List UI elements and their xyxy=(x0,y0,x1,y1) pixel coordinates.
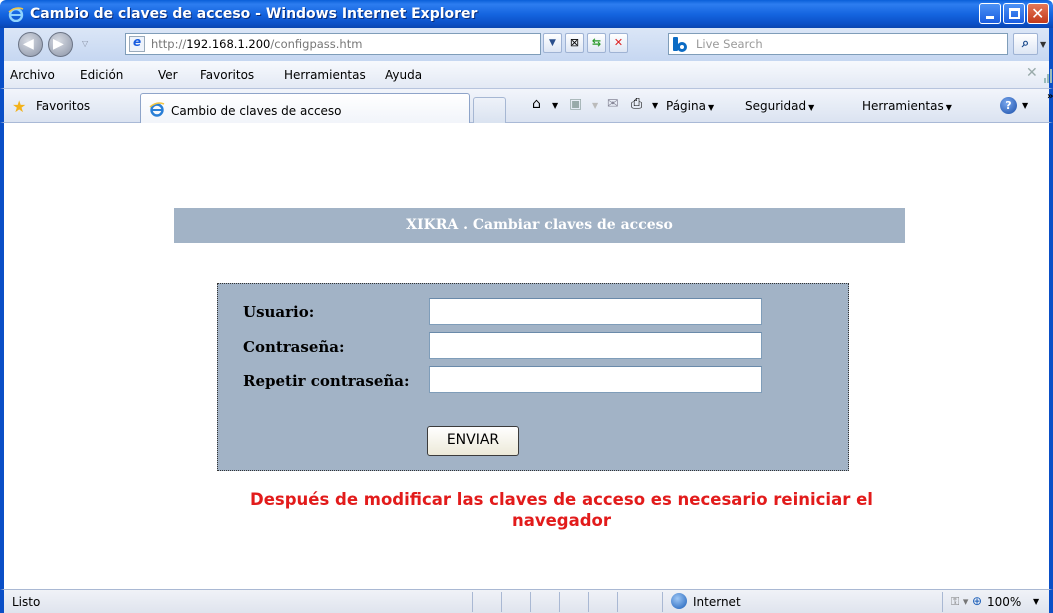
ie-logo-icon xyxy=(8,6,24,22)
url-host: 192.168.1.200 xyxy=(186,37,271,51)
zoom-dropdown-icon[interactable]: ▼ xyxy=(1033,597,1039,606)
url-prefix: http:// xyxy=(151,37,187,51)
back-button[interactable]: ◀ xyxy=(18,32,43,57)
refresh-button[interactable]: ⇆ xyxy=(587,33,606,53)
page-content: XIKRA . Cambiar claves de acceso Usuario… xyxy=(0,123,1053,589)
compatibility-view-button[interactable]: ⊠ xyxy=(565,33,584,53)
restart-notice: Después de modificar las claves de acces… xyxy=(250,490,873,530)
page-menu[interactable]: Página ▼ xyxy=(666,99,714,113)
activity-icon xyxy=(1044,67,1052,83)
maximize-button[interactable] xyxy=(1003,3,1025,24)
forward-button[interactable]: ▶ xyxy=(48,32,73,57)
submit-button[interactable]: ENVIAR xyxy=(427,426,519,456)
help-dropdown-icon[interactable]: ▼ xyxy=(1022,101,1028,110)
menu-favoritos[interactable]: Favoritos xyxy=(200,68,254,82)
menu-edicion[interactable]: Edición xyxy=(80,68,123,82)
user-input[interactable] xyxy=(429,298,762,325)
help-icon[interactable]: ? xyxy=(1000,97,1017,114)
print-dropdown-icon[interactable]: ▼ xyxy=(652,101,658,110)
title-bar: Cambio de claves de acceso - Windows Int… xyxy=(0,0,1053,28)
page-title: XIKRA . Cambiar claves de acceso xyxy=(174,208,905,243)
print-icon[interactable]: ⎙ xyxy=(631,96,642,112)
repeat-password-input[interactable] xyxy=(429,366,762,393)
forward-arrow-icon: ▶ xyxy=(53,36,64,52)
security-menu[interactable]: Seguridad ▼ xyxy=(745,99,814,113)
search-button[interactable]: ⌕ xyxy=(1013,33,1038,55)
chevron-down-icon: ▼ xyxy=(808,103,815,112)
home-dropdown-icon[interactable]: ▼ xyxy=(552,101,558,110)
status-text: Listo xyxy=(12,595,41,609)
favorites-button[interactable]: Favoritos xyxy=(36,99,90,113)
home-icon[interactable]: ⌂ xyxy=(532,96,541,112)
zoom-level[interactable]: 100% xyxy=(987,595,1021,609)
menu-herramientas[interactable]: Herramientas xyxy=(284,68,366,82)
url-path: /configpass.htm xyxy=(270,37,363,51)
search-box[interactable]: Live Search xyxy=(668,33,1008,55)
menu-ver[interactable]: Ver xyxy=(158,68,178,82)
menu-bar: Archivo Edición Ver Favoritos Herramient… xyxy=(0,61,1053,89)
security-menu-label: Seguridad xyxy=(745,99,807,113)
favorites-star-icon: ★ xyxy=(12,97,27,116)
security-zone: Internet xyxy=(693,595,741,609)
zoom-icon[interactable]: ⊕ xyxy=(972,594,982,608)
favorites-bar: ★ Favoritos Cambio de claves de acceso ⌂… xyxy=(0,89,1053,124)
feeds-icon[interactable]: ▣ xyxy=(569,96,582,112)
tools-menu[interactable]: Herramientas ▼ xyxy=(862,99,952,113)
repeat-password-label: Repetir contraseña: xyxy=(243,372,410,390)
password-label: Contraseña: xyxy=(243,338,345,356)
address-dropdown-button[interactable]: ▼ xyxy=(543,33,562,53)
protected-mode-icon[interactable]: ⚿ ▾ xyxy=(951,595,968,609)
new-tab-button[interactable] xyxy=(473,97,506,124)
password-form: Usuario: Contraseña: Repetir contraseña:… xyxy=(217,283,849,471)
window-title: Cambio de claves de acceso - Windows Int… xyxy=(30,6,478,22)
mail-icon[interactable]: ✉ xyxy=(607,96,619,112)
back-arrow-icon: ◀ xyxy=(23,36,34,52)
address-field[interactable]: http://192.168.1.200/configpass.htm xyxy=(125,33,541,55)
tools-menu-label: Herramientas xyxy=(862,99,944,113)
ie-page-icon xyxy=(149,101,165,117)
tab-label: Cambio de claves de acceso xyxy=(171,104,342,118)
menu-ayuda[interactable]: Ayuda xyxy=(385,68,422,82)
tab-cambio-claves[interactable]: Cambio de claves de acceso xyxy=(140,93,470,124)
search-placeholder: Live Search xyxy=(696,37,763,51)
password-input[interactable] xyxy=(429,332,762,359)
user-label: Usuario: xyxy=(243,303,315,321)
recent-pages-dropdown[interactable]: ▽ xyxy=(82,39,88,48)
chevron-down-icon: ▼ xyxy=(945,103,952,112)
search-options-dropdown[interactable]: ▼ xyxy=(1040,40,1046,49)
internet-zone-icon xyxy=(671,593,687,609)
address-toolbar: ◀ ▶ ▽ http://192.168.1.200/configpass.ht… xyxy=(0,28,1053,61)
page-menu-label: Página xyxy=(666,99,706,113)
feeds-dropdown-icon[interactable]: ▼ xyxy=(592,101,598,110)
menu-archivo[interactable]: Archivo xyxy=(10,68,55,82)
live-search-icon xyxy=(673,36,691,52)
chevron-down-icon: ▼ xyxy=(707,103,715,112)
status-bar: Listo Internet ⚿ ▾ ⊕ 100% ▼ xyxy=(0,589,1053,613)
more-commands-icon[interactable]: » xyxy=(1047,91,1053,102)
menu-close-icon[interactable]: ✕ xyxy=(1026,65,1038,81)
close-button[interactable]: ✕ xyxy=(1027,3,1049,24)
minimize-button[interactable] xyxy=(979,3,1001,24)
page-icon xyxy=(129,35,145,52)
stop-button[interactable]: ✕ xyxy=(609,33,628,53)
